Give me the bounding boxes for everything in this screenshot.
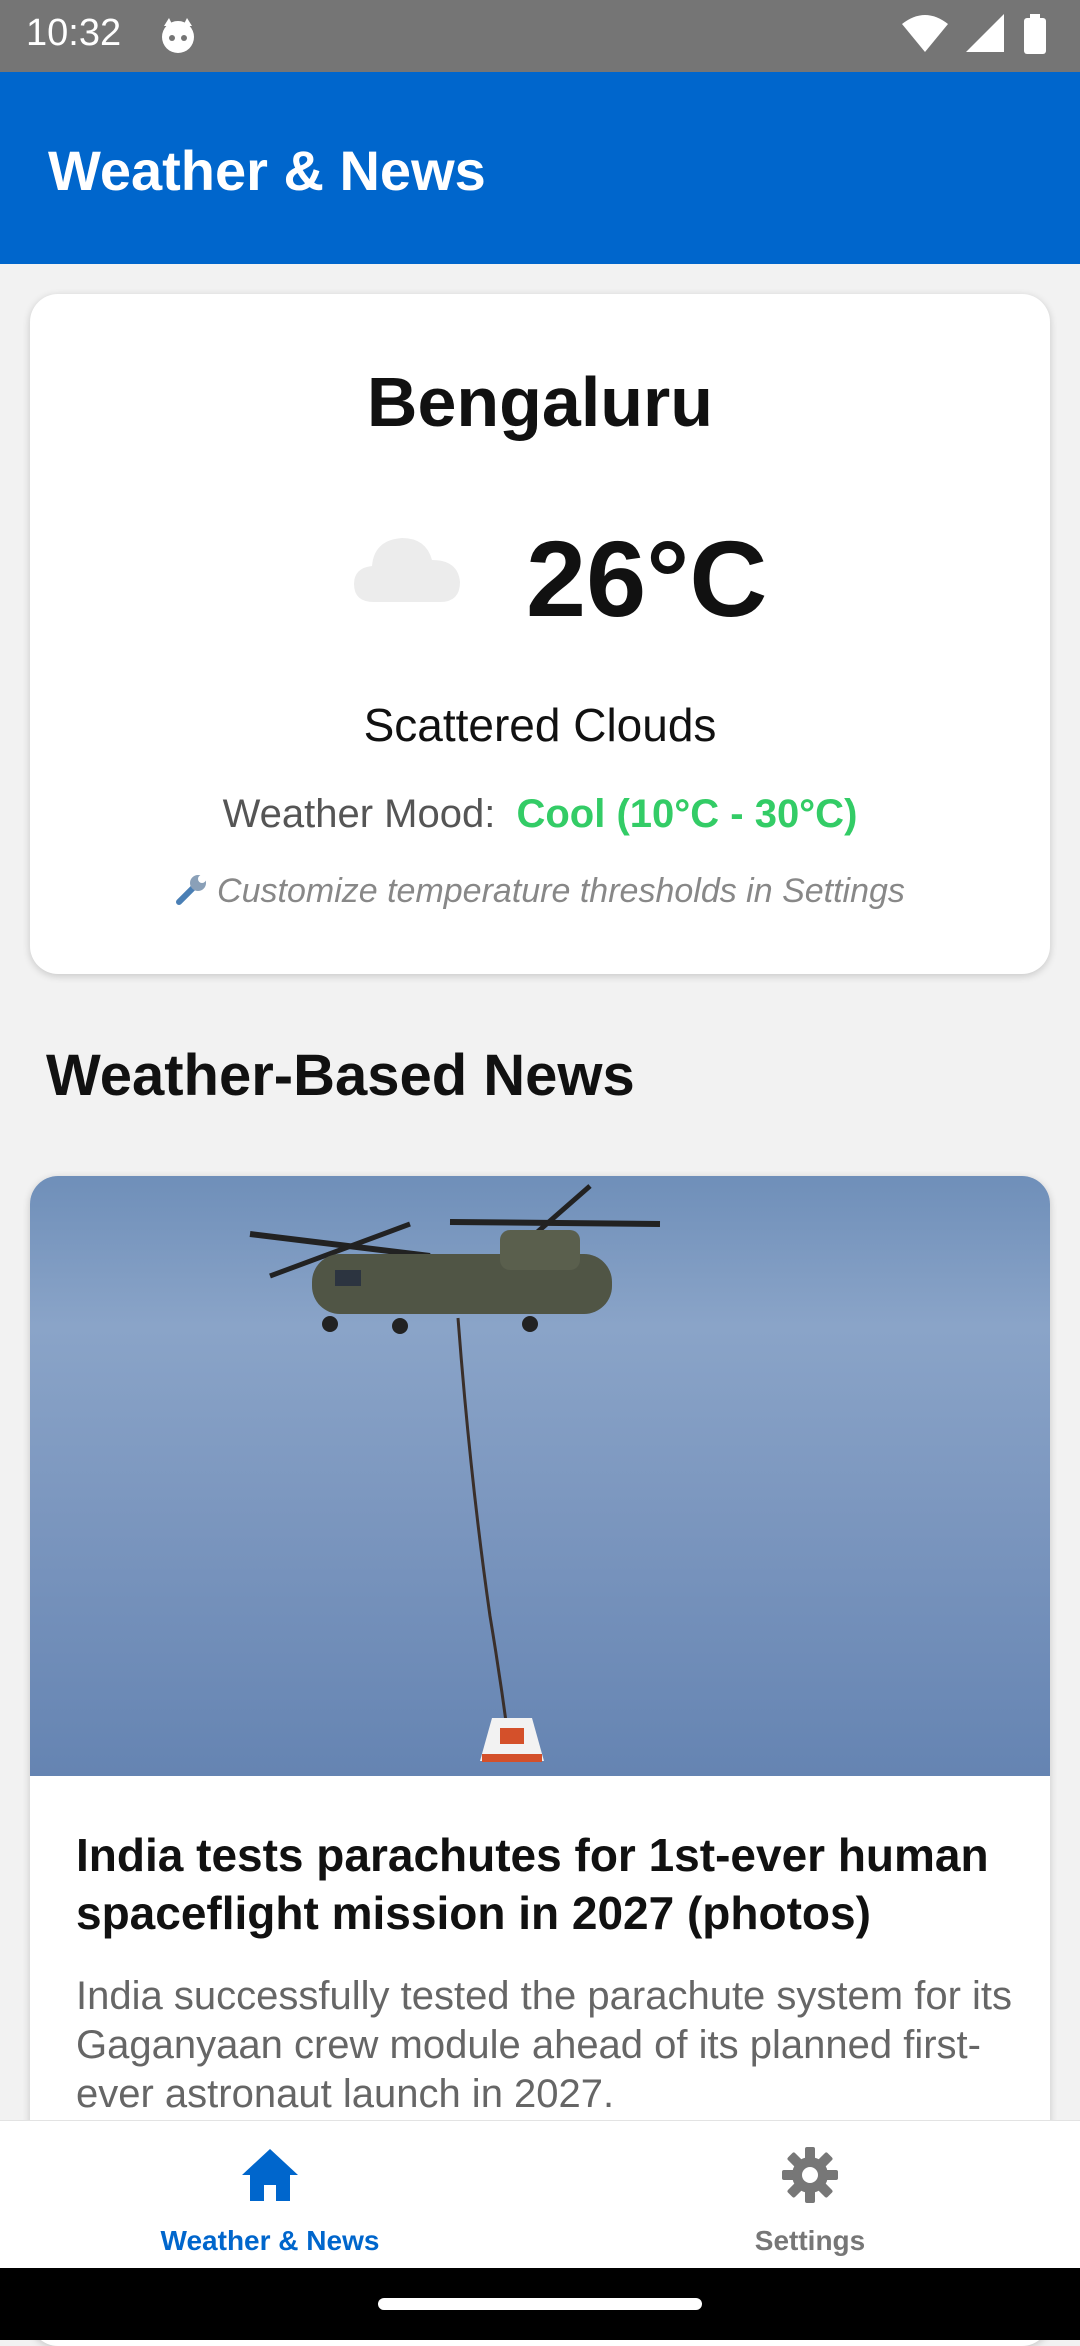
temperature: 26°C — [526, 518, 768, 639]
mood-value: Cool (10°C - 30°C) — [516, 792, 858, 836]
nav-label-weather-news: Weather & News — [160, 2225, 380, 2256]
wifi-icon — [902, 14, 948, 59]
wrench-icon — [175, 872, 209, 915]
nav-label-settings: Settings — [754, 2225, 866, 2256]
city-name: Bengaluru — [366, 363, 714, 441]
nav-settings[interactable]: Settings — [540, 2121, 1080, 2269]
nav-weather-news[interactable]: Weather & News — [0, 2121, 540, 2269]
gesture-handle[interactable] — [378, 2298, 702, 2310]
app-title: Weather & News — [48, 139, 486, 202]
weather-card: Bengaluru 26°C Scattered Clouds Weather … — [30, 294, 1050, 974]
status-bar: 10:32 — [0, 0, 1080, 72]
cellular-signal-icon — [966, 14, 1006, 59]
system-gesture-bar — [0, 2268, 1080, 2340]
bottom-navigation: Weather & News Settings — [0, 2120, 1080, 2269]
customize-hint: Customize temperature thresholds in Sett… — [30, 872, 1050, 915]
weather-mood: Weather Mood: Cool (10°C - 30°C) — [30, 792, 1050, 837]
battery-icon — [1024, 14, 1046, 59]
mood-label: Weather Mood: — [222, 792, 496, 836]
weather-description: Scattered Clouds — [363, 699, 717, 751]
news-image — [30, 1176, 1050, 1776]
news-summary: India successfully tested the parachute … — [76, 1974, 1012, 2116]
gear-icon — [780, 2145, 840, 2210]
cloud-icon — [352, 530, 462, 611]
news-headline[interactable]: India tests parachutes for 1st-ever huma… — [76, 1826, 1016, 1942]
news-section-title: Weather-Based News — [46, 1043, 635, 1108]
home-icon — [240, 2145, 300, 2210]
customize-hint-text: Customize temperature thresholds in Sett… — [217, 872, 905, 910]
status-time: 10:32 — [26, 12, 122, 54]
cat-notification-icon — [158, 16, 198, 61]
app-bar: Weather & News — [0, 72, 1080, 264]
